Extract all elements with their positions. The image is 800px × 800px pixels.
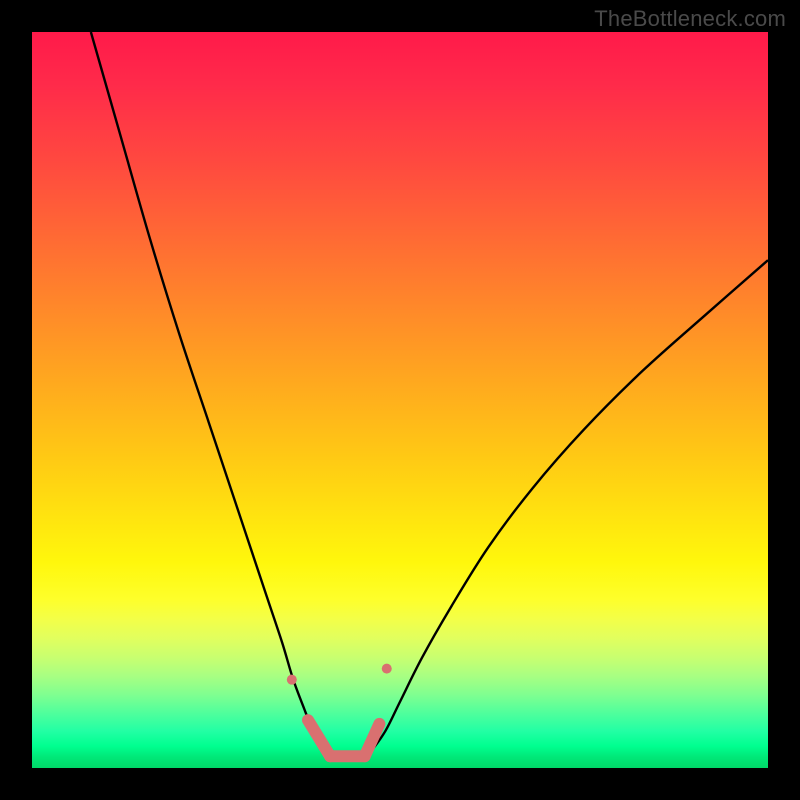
bottleneck-curve-left-curve — [91, 32, 334, 759]
curve-layer — [32, 32, 768, 768]
marker-dot-0 — [287, 675, 297, 685]
watermark-text: TheBottleneck.com — [594, 6, 786, 32]
marker-bar-2 — [308, 720, 330, 756]
chart-frame: TheBottleneck.com — [0, 0, 800, 800]
plot-area — [32, 32, 768, 768]
bottleneck-curve-right-curve — [363, 260, 768, 759]
marker-bar-4 — [365, 724, 380, 756]
marker-dot-1 — [382, 664, 392, 674]
